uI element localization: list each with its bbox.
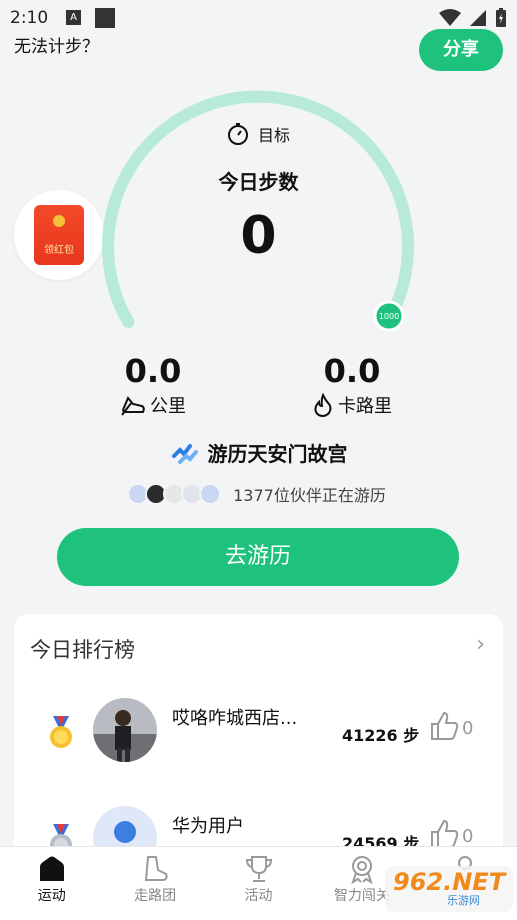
go-tour-button[interactable]: 去游历: [57, 528, 459, 586]
tab-label: 活动: [244, 888, 273, 904]
chevron-right-icon[interactable]: ›: [476, 632, 485, 657]
tab-label: 运动: [37, 888, 66, 904]
tab-label: 走路团: [134, 888, 177, 904]
ranking-row[interactable]: 哎咯咋城西店... 41226 步 0: [14, 686, 503, 776]
goal-label: 目标: [258, 126, 291, 145]
watermark-subtext: 乐游网: [447, 894, 480, 907]
watermark-logo: 962.NET 乐游网: [385, 866, 513, 912]
gold-medal-icon: [50, 716, 72, 748]
tab-label: 智力闯关: [333, 888, 390, 904]
ranking-username: 华为用户: [172, 816, 244, 837]
goal-setting[interactable]: 目标: [226, 122, 290, 146]
a-notification-icon: A: [66, 10, 81, 25]
runner-icon: [171, 443, 198, 464]
partners-text: 1377位伙伴正在游历: [233, 486, 386, 505]
flame-icon: [314, 393, 332, 417]
likes-count: 0: [462, 718, 474, 739]
thumbs-up-icon[interactable]: [428, 710, 460, 742]
tour-title: 游历天安门故宫: [207, 442, 348, 466]
calorie-stat: 0.0 卡路里: [282, 352, 422, 418]
gauge-goal-value: 1000: [379, 312, 399, 321]
partner-avatars: [127, 483, 222, 505]
badge-icon: [351, 856, 373, 884]
tab-walking-group[interactable]: 走路团: [103, 847, 206, 920]
distance-stat: 0.0 公里: [83, 352, 223, 418]
shoe-icon: [121, 396, 145, 416]
share-button[interactable]: 分享: [419, 29, 503, 71]
timer-icon: [228, 123, 248, 145]
notification-square-icon: [95, 8, 115, 28]
battery-icon: [496, 8, 506, 27]
distance-unit: 公里: [150, 396, 186, 417]
today-steps-label: 今日步数: [218, 170, 299, 194]
calorie-value: 0.0: [323, 352, 381, 390]
trophy-icon: [245, 856, 272, 882]
calorie-unit: 卡路里: [338, 396, 392, 417]
ranking-username: 哎咯咋城西店...: [172, 708, 298, 729]
shoe-tab-icon: [145, 856, 168, 881]
partner-avatar: [199, 483, 222, 505]
partners-info: 1377位伙伴正在游历: [0, 482, 517, 506]
status-time: 2:10: [10, 8, 49, 28]
today-steps-value: 0: [240, 206, 277, 266]
tab-sport[interactable]: 运动: [0, 847, 103, 920]
home-icon: [39, 856, 64, 881]
cannot-count-steps-link[interactable]: 无法计步？: [14, 32, 99, 57]
signal-icon: [470, 10, 486, 26]
ranking-steps: 41226 步: [342, 726, 420, 745]
likes-count: 0: [462, 826, 474, 847]
ranking-title: 今日排行榜: [30, 638, 135, 662]
wifi-icon: [439, 9, 461, 26]
avatar: [93, 698, 157, 762]
distance-value: 0.0: [124, 352, 182, 390]
tour-destination[interactable]: 游历天安门故宫: [0, 438, 517, 467]
tab-activity[interactable]: 活动: [207, 847, 310, 920]
